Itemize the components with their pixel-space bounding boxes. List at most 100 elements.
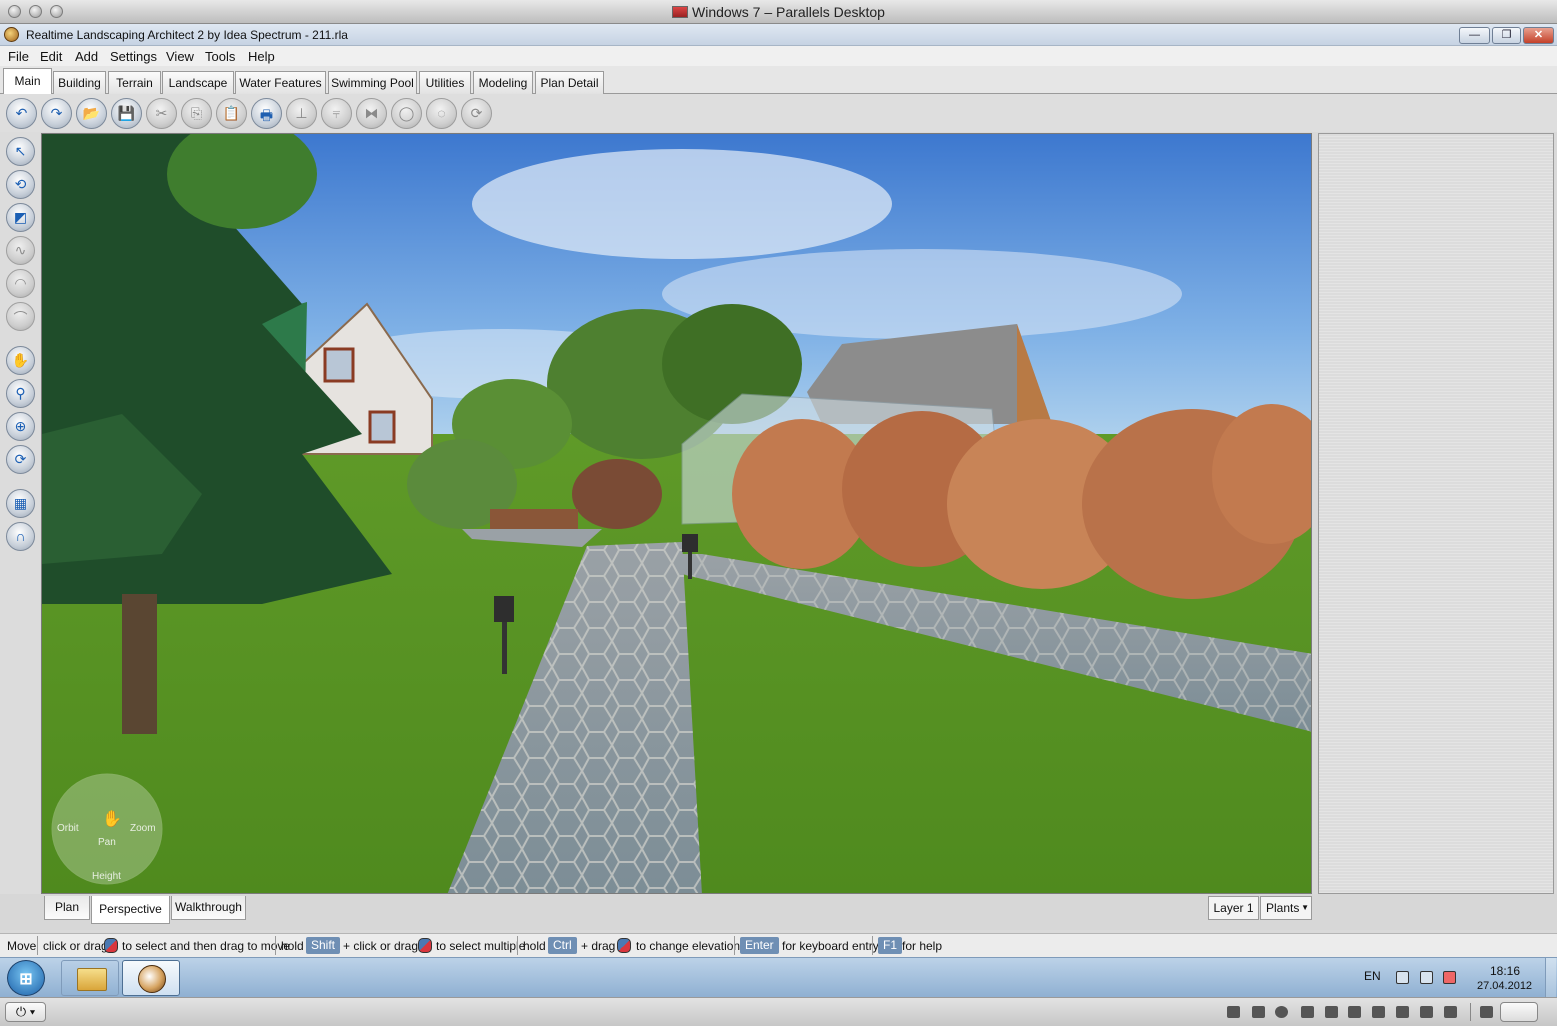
- resize-tool[interactable]: ◩: [6, 203, 35, 232]
- align-button[interactable]: ⊥: [286, 98, 317, 129]
- maximize-button[interactable]: ❐: [1492, 27, 1521, 44]
- tab-building[interactable]: Building: [53, 71, 106, 94]
- tab-utilities[interactable]: Utilities: [419, 71, 471, 94]
- power-menu-button[interactable]: ⏻ ▾: [5, 1002, 46, 1022]
- view-tab-plan[interactable]: Plan: [44, 896, 90, 920]
- menu-settings[interactable]: Settings: [110, 49, 157, 64]
- category-select[interactable]: Plants ▼: [1260, 896, 1312, 920]
- copy-button[interactable]: ⎘: [181, 98, 212, 129]
- fullscreen-icon[interactable]: [1480, 1006, 1493, 1018]
- edit-shape-tool[interactable]: ⌒: [6, 302, 35, 331]
- print-icon: 🖶: [259, 107, 274, 123]
- volume-icon[interactable]: [1396, 971, 1409, 984]
- layer-select[interactable]: Layer 1: [1208, 896, 1259, 920]
- tab-water-features[interactable]: Water Features: [235, 71, 326, 94]
- tab-modeling[interactable]: Modeling: [473, 71, 533, 94]
- view-tabs: Plan Perspective Walkthrough Layer 1 Pla…: [0, 894, 1557, 930]
- select-tool[interactable]: ↖: [6, 137, 35, 166]
- status-text: to change elevation: [636, 939, 741, 953]
- menu-add[interactable]: Add: [75, 49, 98, 64]
- wooden-bench: [490, 509, 578, 529]
- pan-tool[interactable]: ✋: [6, 346, 35, 375]
- action-center-icon[interactable]: [1443, 971, 1456, 984]
- menu-tools[interactable]: Tools: [205, 49, 235, 64]
- clock-time[interactable]: 18:16: [1490, 964, 1520, 978]
- status-separator: [734, 936, 735, 955]
- rotate-button[interactable]: ⟳: [461, 98, 492, 129]
- show-desktop-button[interactable]: [1545, 958, 1556, 998]
- shared-folder-icon[interactable]: [1420, 1006, 1433, 1018]
- house-window: [323, 347, 355, 383]
- parallels-status-bar: ⏻ ▾: [0, 997, 1557, 1026]
- snap-tool[interactable]: ∩: [6, 522, 35, 551]
- lasso-select-icon: ⟲: [14, 176, 27, 192]
- nav-pan[interactable]: Pan: [98, 837, 116, 848]
- grid-tool[interactable]: ▦: [6, 489, 35, 518]
- pine-trunk: [122, 594, 157, 734]
- edit-curve-tool[interactable]: ∿: [6, 236, 35, 265]
- open-button[interactable]: 📂: [76, 98, 107, 129]
- settings-icon[interactable]: [1444, 1006, 1457, 1018]
- nav-height[interactable]: Height: [92, 871, 121, 882]
- view-tab-walkthrough[interactable]: Walkthrough: [171, 896, 246, 920]
- rotate-icon: ⟳: [470, 105, 483, 121]
- taskbar-explorer[interactable]: [61, 960, 119, 996]
- properties-panel: [1318, 133, 1554, 894]
- tab-plan-detail[interactable]: Plan Detail: [535, 71, 604, 94]
- edit-shape-icon: ⌒: [13, 310, 28, 326]
- menu-file[interactable]: File: [8, 49, 29, 64]
- lasso-tool[interactable]: ⟲: [6, 170, 35, 199]
- hdd-icon[interactable]: [1372, 1006, 1385, 1018]
- view-tab-perspective[interactable]: Perspective: [91, 896, 170, 924]
- disk-icon[interactable]: [1348, 1006, 1361, 1018]
- tab-swimming-pool[interactable]: Swimming Pool: [328, 71, 417, 94]
- nav-zoom[interactable]: Zoom: [130, 823, 156, 834]
- taskbar-landscaping-app[interactable]: [122, 960, 180, 996]
- usb-icon[interactable]: [1301, 1006, 1314, 1018]
- 3d-viewport[interactable]: Orbit Zoom Pan Height ✋: [41, 133, 1312, 894]
- mirror-button[interactable]: ⧓: [356, 98, 387, 129]
- orbit-tool[interactable]: ⟳: [6, 445, 35, 474]
- edit-arc-tool[interactable]: ◠: [6, 269, 35, 298]
- tab-terrain[interactable]: Terrain: [108, 71, 161, 94]
- redo-button[interactable]: ↷: [41, 98, 72, 129]
- language-indicator[interactable]: EN: [1364, 969, 1381, 983]
- navigation-widget[interactable]: Orbit Zoom Pan Height ✋: [51, 773, 163, 885]
- clock-date[interactable]: 27.04.2012: [1477, 980, 1532, 992]
- cd-icon[interactable]: [1275, 1006, 1288, 1018]
- shift-key-badge: Shift: [306, 937, 341, 954]
- paste-button[interactable]: 📋: [216, 98, 247, 129]
- menu-view[interactable]: View: [166, 49, 194, 64]
- print-button[interactable]: 🖶: [251, 98, 282, 129]
- tab-main[interactable]: Main: [3, 68, 52, 95]
- redo-icon: ↷: [50, 105, 63, 121]
- printer-icon[interactable]: [1325, 1006, 1338, 1018]
- minimize-button[interactable]: —: [1459, 27, 1490, 44]
- group-button[interactable]: ◯: [391, 98, 422, 129]
- menu-help[interactable]: Help: [248, 49, 275, 64]
- keyboard-icon[interactable]: [1227, 1006, 1240, 1018]
- start-button[interactable]: ⊞: [7, 960, 45, 996]
- close-button[interactable]: ✕: [1523, 27, 1554, 44]
- undo-button[interactable]: ↶: [6, 98, 37, 129]
- zoom-tool[interactable]: ⚲: [6, 379, 35, 408]
- tab-landscape[interactable]: Landscape: [162, 71, 234, 94]
- pan-hand-icon: ✋: [11, 352, 30, 368]
- network-adapter-icon[interactable]: [1396, 1006, 1409, 1018]
- view-mode-button[interactable]: [1500, 1002, 1538, 1022]
- perspective-scene[interactable]: Orbit Zoom Pan Height ✋: [42, 134, 1312, 894]
- status-mode: Move: [7, 939, 37, 953]
- distribute-button[interactable]: ⫧: [321, 98, 352, 129]
- status-text: to select and then drag to move: [122, 939, 291, 953]
- nav-orbit[interactable]: Orbit: [57, 823, 79, 834]
- zoom-magnifier-icon: ⚲: [15, 385, 26, 401]
- mouse-icon: [418, 938, 432, 953]
- save-button[interactable]: 💾: [111, 98, 142, 129]
- ungroup-button[interactable]: ◌: [426, 98, 457, 129]
- microphone-icon[interactable]: [1252, 1006, 1265, 1018]
- zoom-fit-tool[interactable]: ⊕: [6, 412, 35, 441]
- network-icon[interactable]: [1420, 971, 1433, 984]
- cut-button[interactable]: ✂: [146, 98, 177, 129]
- menu-edit[interactable]: Edit: [40, 49, 62, 64]
- windows-logo-icon: ⊞: [19, 971, 33, 988]
